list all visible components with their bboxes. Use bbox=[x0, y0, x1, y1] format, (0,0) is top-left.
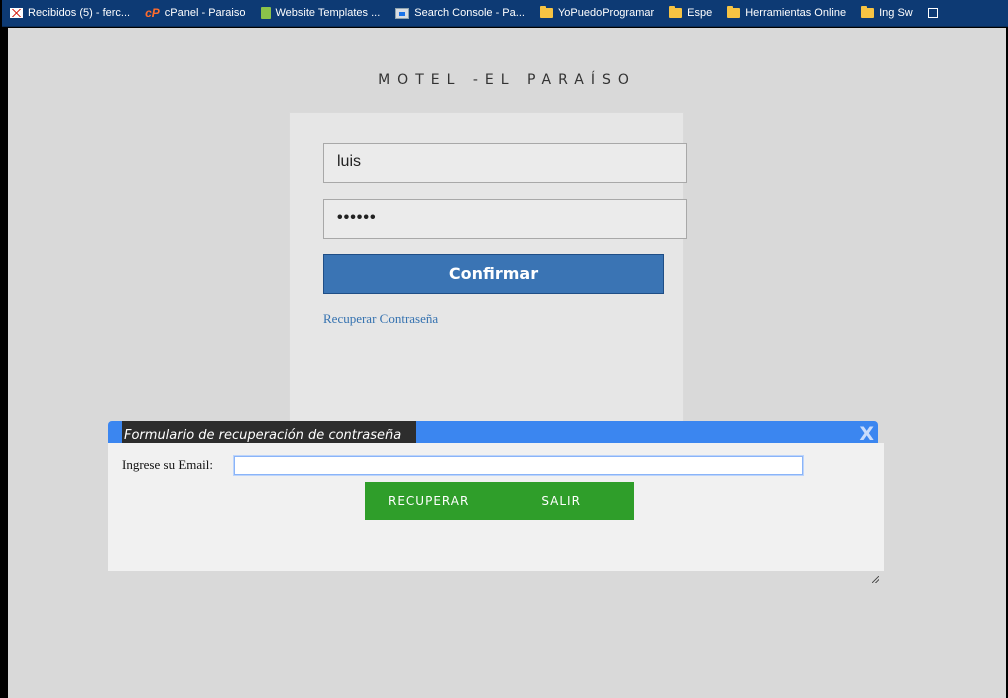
bookmark-label: Herramientas Online bbox=[745, 7, 847, 19]
username-input[interactable]: luis bbox=[323, 143, 687, 183]
folder-icon bbox=[727, 6, 741, 18]
bookmark-website-templates[interactable]: Website Templates ... bbox=[253, 0, 388, 26]
bookmark-overflow[interactable] bbox=[920, 0, 950, 26]
bookmark-label: Ing Sw bbox=[879, 7, 913, 19]
close-button[interactable]: X bbox=[859, 423, 874, 445]
bookmarks-bar: Recibidos (5) - ferc... cP cPanel - Para… bbox=[2, 0, 1008, 27]
bookmark-herramientas-online[interactable]: Herramientas Online bbox=[719, 0, 853, 26]
search-console-icon bbox=[395, 7, 410, 19]
site-title: MOTEL -EL PARAÍSO bbox=[378, 72, 636, 88]
recover-password-link[interactable]: Recuperar Contraseña bbox=[323, 311, 438, 327]
bookmark-label: cPanel - Paraiso bbox=[164, 7, 246, 19]
page-content: MOTEL -EL PARAÍSO luis •••••• Confirmar … bbox=[8, 28, 1006, 698]
confirm-button[interactable]: Confirmar bbox=[323, 254, 664, 294]
recover-button[interactable]: RECUPERAR bbox=[388, 494, 469, 508]
bookmark-label: YoPuedoProgramar bbox=[557, 7, 655, 19]
bookmark-cpanel[interactable]: cP cPanel - Paraiso bbox=[137, 0, 252, 26]
dialog-titlebar[interactable]: Formulario de recuperación de contraseña… bbox=[108, 421, 878, 445]
password-input[interactable]: •••••• bbox=[323, 199, 687, 239]
bookmark-espe[interactable]: Espe bbox=[661, 0, 719, 26]
email-input[interactable] bbox=[233, 455, 804, 476]
tab-icon bbox=[927, 8, 938, 18]
cpanel-icon: cP bbox=[145, 6, 160, 20]
dialog-body: Ingrese su Email: RECUPERAR SALIR bbox=[108, 443, 884, 571]
bookmark-label: Website Templates ... bbox=[275, 7, 381, 19]
recovery-dialog: Formulario de recuperación de contraseña… bbox=[108, 421, 884, 571]
folder-icon bbox=[861, 6, 875, 18]
email-label: Ingrese su Email: bbox=[122, 457, 213, 472]
bookmark-label: Espe bbox=[687, 7, 713, 19]
bookmark-label: Recibidos (5) - ferc... bbox=[28, 7, 131, 19]
template-icon bbox=[260, 7, 271, 19]
gmail-icon bbox=[10, 8, 23, 18]
dialog-button-group: RECUPERAR SALIR bbox=[365, 482, 634, 520]
bookmark-search-console[interactable]: Search Console - Pa... bbox=[387, 0, 532, 26]
dialog-title: Formulario de recuperación de contraseña bbox=[122, 421, 416, 443]
bookmark-yopuedoprogramar[interactable]: YoPuedoProgramar bbox=[532, 0, 661, 26]
resize-handle[interactable] bbox=[872, 576, 879, 583]
bookmark-gmail[interactable]: Recibidos (5) - ferc... bbox=[2, 0, 137, 26]
bookmark-label: Search Console - Pa... bbox=[414, 7, 525, 19]
folder-icon bbox=[669, 6, 683, 18]
browser-window: Recibidos (5) - ferc... cP cPanel - Para… bbox=[0, 0, 1008, 698]
bookmark-ing-sw[interactable]: Ing Sw bbox=[853, 0, 920, 26]
exit-button[interactable]: SALIR bbox=[541, 494, 581, 508]
folder-icon bbox=[539, 6, 553, 18]
login-card: luis •••••• Confirmar Recuperar Contrase… bbox=[289, 112, 687, 432]
